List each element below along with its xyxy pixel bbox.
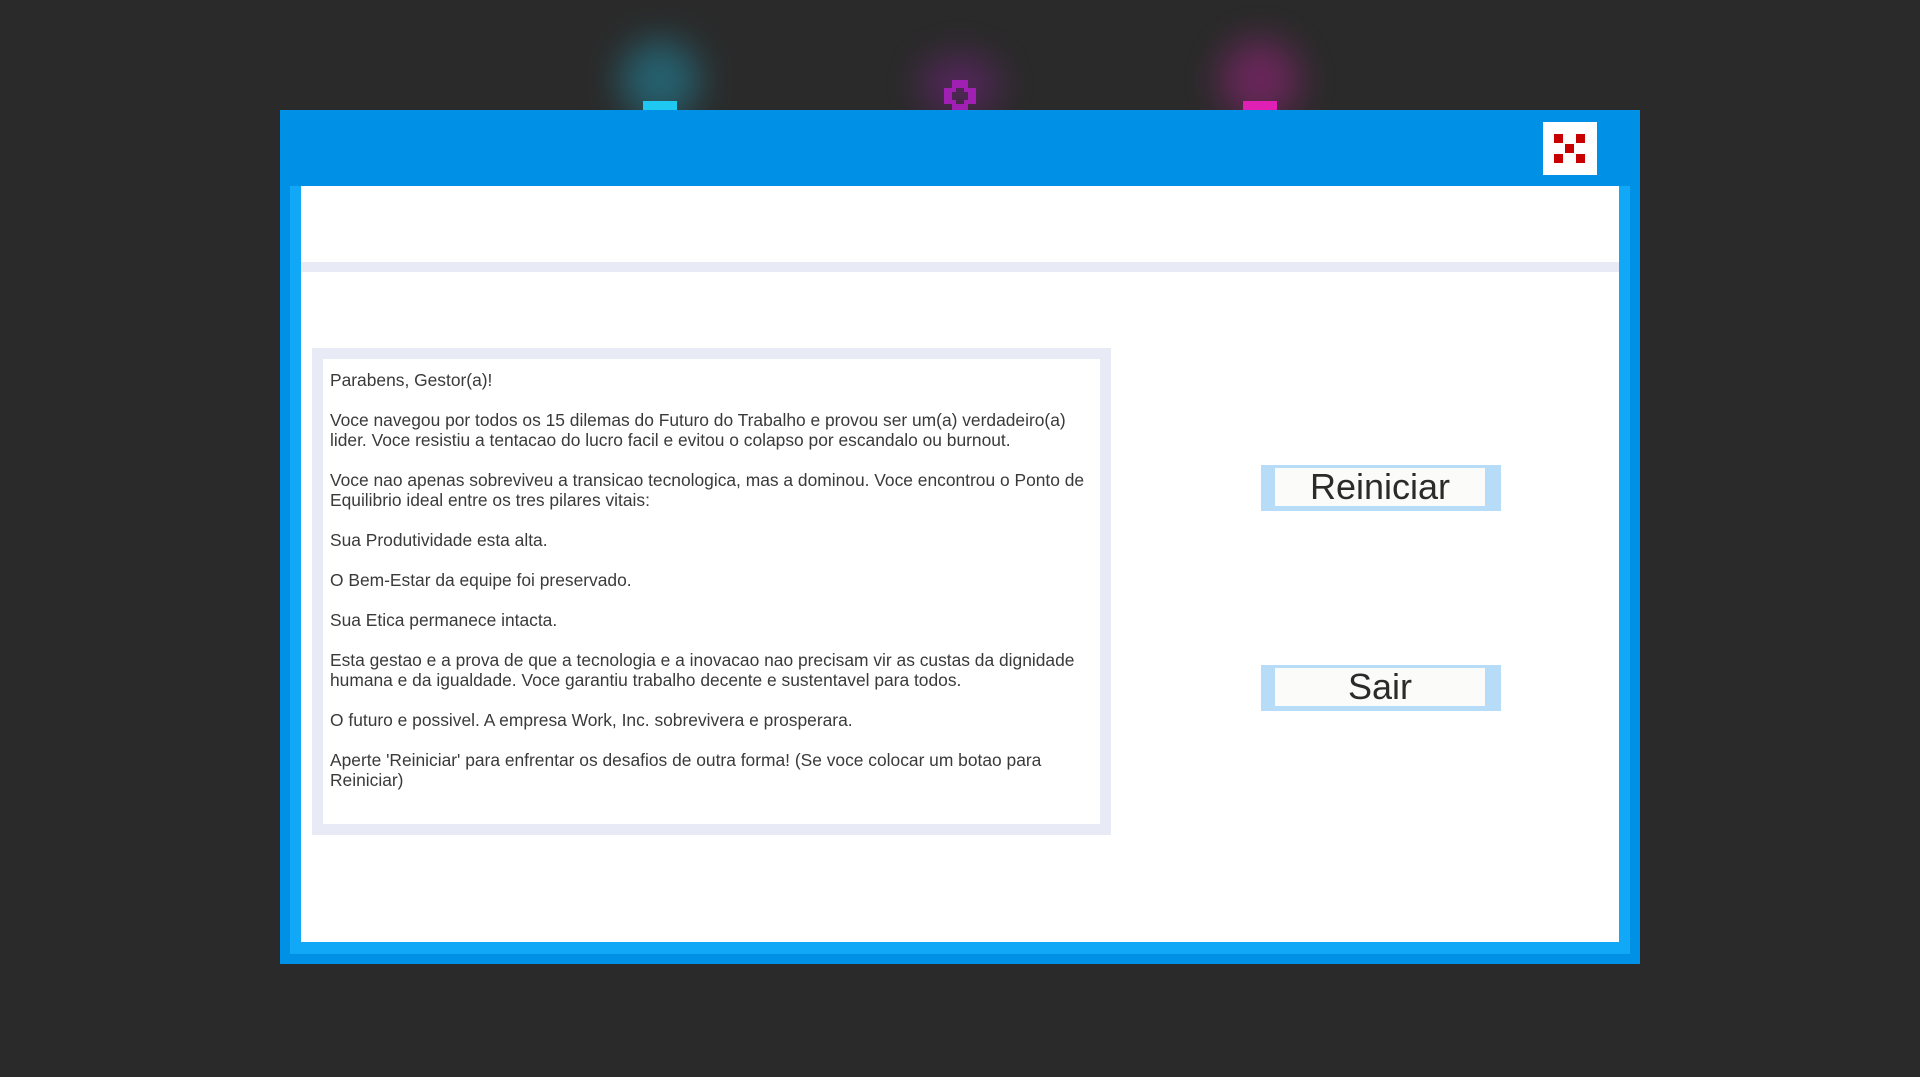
message-line: Sua Produtividade esta alta. bbox=[330, 530, 548, 550]
message-line: O futuro e possivel. A empresa Work, Inc… bbox=[330, 710, 853, 730]
message-line: O Bem-Estar da equipe foi preservado. bbox=[330, 570, 632, 590]
exit-button-label: Sair bbox=[1275, 666, 1485, 707]
end-game-window: Parabens, Gestor(a)! Voce navegou por to… bbox=[280, 110, 1640, 964]
restart-button-label: Reiniciar bbox=[1275, 466, 1485, 507]
purple-gear-marker bbox=[944, 80, 976, 112]
message-frame: Parabens, Gestor(a)! Voce navegou por to… bbox=[312, 348, 1111, 835]
content-panel: Parabens, Gestor(a)! Voce navegou por to… bbox=[301, 186, 1619, 942]
message-line: Voce nao apenas sobreviveu a transicao t… bbox=[330, 470, 1089, 510]
restart-button[interactable]: Reiniciar bbox=[1261, 465, 1501, 511]
exit-button[interactable]: Sair bbox=[1261, 665, 1501, 711]
message-line: Sua Etica permanece intacta. bbox=[330, 610, 558, 630]
message-text-box: Parabens, Gestor(a)! Voce navegou por to… bbox=[323, 359, 1100, 824]
message-line: Esta gestao e a prova de que a tecnologi… bbox=[330, 650, 1080, 690]
header-divider bbox=[301, 262, 1619, 272]
cyan-marker bbox=[643, 101, 677, 110]
message-line-greeting: Parabens, Gestor(a)! bbox=[330, 370, 493, 390]
close-button[interactable] bbox=[1543, 122, 1597, 175]
message-line: Aperte 'Reiniciar' para enfrentar os des… bbox=[330, 750, 1047, 790]
close-icon bbox=[1554, 134, 1585, 163]
magenta-marker bbox=[1243, 101, 1277, 110]
message-line: Voce navegou por todos os 15 dilemas do … bbox=[330, 410, 1071, 450]
